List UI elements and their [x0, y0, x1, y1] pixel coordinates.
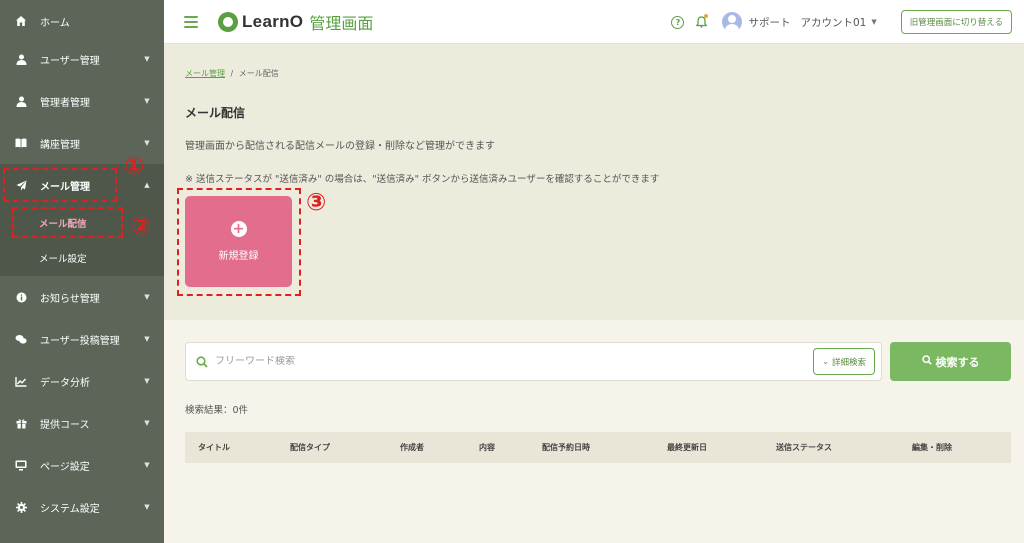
- help-icon[interactable]: ?: [671, 15, 685, 29]
- sidebar-item-users[interactable]: ユーザー管理 ▼: [0, 38, 164, 80]
- page-title: メール配信: [185, 106, 246, 120]
- column-header-delivery-type: 配信タイプ: [290, 443, 330, 452]
- sidebar-item-admins[interactable]: 管理者管理 ▼: [0, 80, 164, 122]
- sidebar-item-label: ユーザー管理: [40, 55, 100, 67]
- sidebar-subitem-label: メール設定: [39, 254, 87, 265]
- logo-text: LearnO: [242, 11, 304, 31]
- advanced-search-button[interactable]: ⌄ 詳細検索: [813, 348, 875, 375]
- sidebar-item-notices[interactable]: お知らせ管理 ▼: [0, 276, 164, 318]
- logo-subtitle: 管理画面: [309, 13, 374, 33]
- chevron-down-icon: ▼: [144, 293, 150, 301]
- sidebar-item-label: 管理者管理: [40, 97, 90, 109]
- admin-icon: [14, 94, 28, 108]
- search-submit-button[interactable]: 検索する: [890, 342, 1011, 381]
- sidebar-item-offered-courses[interactable]: 提供コース ▼: [0, 402, 164, 444]
- search-section: ⌄ 詳細検索 検索する 検索結果：0件 タイトル 配信タイプ 作成者 内容 配信…: [164, 320, 1024, 543]
- sidebar-item-label: 提供コース: [40, 419, 90, 431]
- column-header-send-status: 送信ステータス: [776, 443, 832, 452]
- column-header-last-updated: 最終更新日: [667, 443, 707, 452]
- gear-icon: [14, 500, 28, 514]
- monitor-icon: [14, 458, 28, 472]
- advanced-search-label: 詳細検索: [831, 357, 866, 368]
- home-icon: [14, 14, 28, 28]
- breadcrumb-link-mail-management[interactable]: メール管理: [185, 69, 225, 78]
- user-icon: [14, 52, 28, 66]
- column-header-author: 作成者: [400, 443, 424, 452]
- notification-dot: [704, 14, 709, 18]
- logo[interactable]: LearnO 管理画面: [218, 10, 373, 34]
- column-header-title: タイトル: [198, 443, 230, 452]
- sidebar-subitem-mail-settings[interactable]: メール設定: [0, 240, 164, 276]
- annotation-number-1: ①: [124, 152, 145, 180]
- search-result-count: 検索結果：0件: [185, 405, 249, 416]
- sidebar-item-label: ページ設定: [40, 461, 90, 473]
- sidebar-item-user-posts[interactable]: ユーザー投稿管理 ▼: [0, 318, 164, 360]
- book-icon: [14, 136, 28, 150]
- sidebar-item-page-settings[interactable]: ページ設定 ▼: [0, 444, 164, 486]
- sidebar-item-analytics[interactable]: データ分析 ▼: [0, 360, 164, 402]
- sidebar-item-label: システム設定: [40, 503, 100, 515]
- chevron-down-icon: ▼: [144, 461, 150, 469]
- chevron-down-icon: ▼: [144, 97, 150, 105]
- annotation-box-3: [177, 188, 301, 296]
- chevron-down-icon: ▼: [144, 419, 150, 427]
- support-label[interactable]: サポート: [748, 15, 790, 30]
- chevron-down-icon: ▼: [144, 503, 150, 511]
- avatar[interactable]: [722, 12, 743, 32]
- table-header: タイトル 配信タイプ 作成者 内容 配信予約日時 最終更新日 送信ステータス 編…: [185, 432, 1011, 463]
- chevron-down-icon: ▼: [144, 139, 150, 147]
- sidebar-item-label: お知らせ管理: [40, 293, 100, 305]
- chevron-down-icon: ▼: [144, 55, 150, 63]
- sidebar-item-label: ユーザー投稿管理: [40, 335, 120, 347]
- search-icon: [921, 355, 932, 368]
- sidebar-item-label: ホーム: [40, 17, 70, 29]
- sidebar-item-label: データ分析: [40, 377, 90, 389]
- breadcrumb-current: メール配信: [238, 69, 279, 78]
- breadcrumb-separator: /: [230, 69, 234, 78]
- search-submit-label: 検索する: [935, 355, 980, 369]
- chevron-down-icon: ▼: [144, 377, 150, 385]
- sidebar-item-label: 講座管理: [40, 139, 80, 151]
- column-header-content: 内容: [479, 443, 495, 452]
- chevron-down-icon[interactable]: ▼: [871, 18, 876, 26]
- top-header: LearnO 管理画面 ? サポート アカウント01 ▼ 旧管理画面に切り替える: [164, 0, 1024, 44]
- line-chart-icon: [14, 374, 28, 388]
- account-name[interactable]: アカウント01: [800, 15, 866, 30]
- bell-icon[interactable]: [694, 14, 709, 29]
- chat-icon: [14, 332, 28, 346]
- search-bar: ⌄ 詳細検索: [185, 342, 882, 381]
- hamburger-menu-icon[interactable]: [184, 15, 198, 28]
- search-icon: [195, 355, 209, 369]
- column-header-scheduled-at: 配信予約日時: [542, 443, 590, 452]
- breadcrumb: メール管理 / メール配信: [185, 68, 279, 79]
- gift-icon: [14, 416, 28, 430]
- learno-logo-icon: [218, 11, 238, 32]
- header-right: ? サポート アカウント01 ▼ 旧管理画面に切り替える: [671, 0, 1024, 44]
- annotation-number-3: ③: [306, 188, 327, 216]
- chevron-up-icon: ▲: [144, 181, 150, 189]
- switch-old-admin-button[interactable]: 旧管理画面に切り替える: [900, 10, 1012, 34]
- page-description: 管理画面から配信される配信メールの登録・削除など管理ができます: [185, 141, 495, 152]
- annotation-box-1: [3, 168, 117, 202]
- chevron-down-icon: ⌄: [822, 357, 829, 366]
- sidebar: ホーム ユーザー管理 ▼ 管理者管理 ▼ 講座管理 ▼ メール管理 ▲ メール配…: [0, 0, 164, 543]
- page-note: ※ 送信ステータスが "送信済み" の場合は、"送信済み" ボタンから送信済みユ…: [185, 174, 660, 185]
- chevron-down-icon: ▼: [144, 335, 150, 343]
- sidebar-item-home[interactable]: ホーム: [0, 0, 164, 42]
- search-input[interactable]: [215, 356, 775, 367]
- sidebar-item-system-settings[interactable]: システム設定 ▼: [0, 486, 164, 528]
- annotation-box-2: [12, 207, 123, 238]
- column-header-edit-delete: 編集・削除: [912, 443, 952, 452]
- annotation-number-2: ②: [131, 212, 152, 240]
- info-icon: [14, 290, 28, 304]
